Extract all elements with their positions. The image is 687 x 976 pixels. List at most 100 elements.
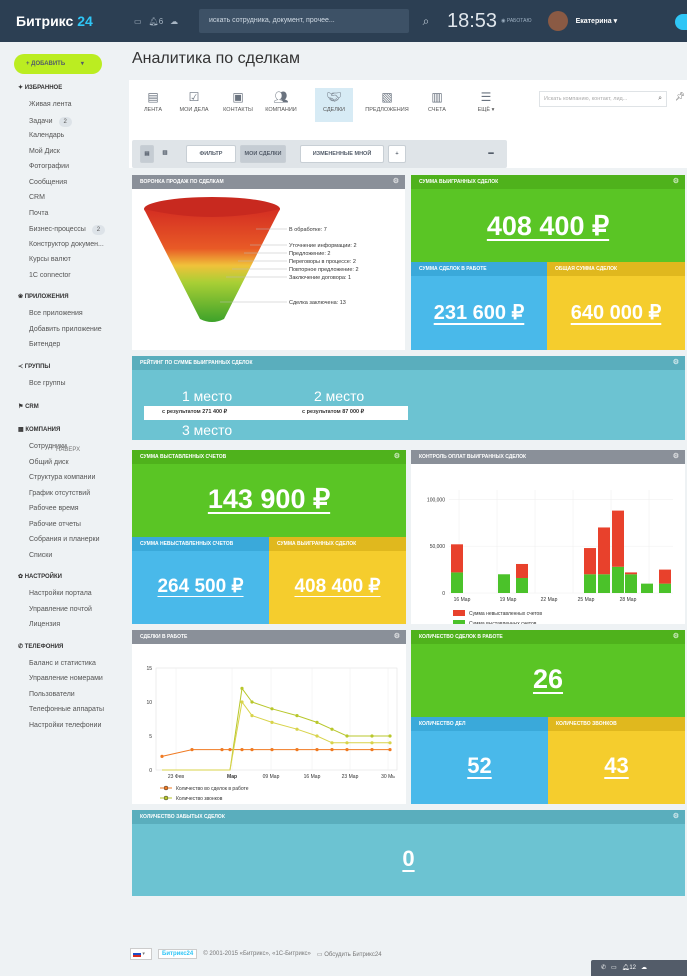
line-point[interactable] xyxy=(345,734,349,738)
sidebar-item[interactable]: 1С connector xyxy=(29,272,71,279)
line-point[interactable] xyxy=(228,748,232,752)
gear-icon[interactable]: ⚙ xyxy=(673,356,679,370)
nav-tab-7[interactable]: ☰ ЕЩЁ ▾ xyxy=(467,88,505,122)
line-point[interactable] xyxy=(250,714,254,718)
sidebar-item[interactable]: Все группы xyxy=(29,380,66,387)
line-point[interactable] xyxy=(250,748,254,752)
apps-header[interactable]: ❀ ПРИЛОЖЕНИЯ xyxy=(18,293,69,300)
nav-tab-2[interactable]: ▣ КОНТАКТЫ xyxy=(219,88,257,122)
nav-tab-0[interactable]: ▤ ЛЕНТА xyxy=(134,88,172,122)
phone-panel[interactable]: ✆ ▭ 🔔︎12 ☁ xyxy=(591,960,687,976)
bar-сумма-выставленных-счетов[interactable] xyxy=(584,574,596,593)
total-sum-value[interactable]: 640 000 ₽ xyxy=(547,300,685,325)
gear-icon[interactable]: ⚙ xyxy=(673,630,679,644)
gear-icon[interactable]: ⚙ xyxy=(394,450,400,464)
sidebar-item[interactable]: Общий диск xyxy=(29,459,69,466)
line-point[interactable] xyxy=(190,748,194,752)
sidebar-item[interactable]: Живая лента xyxy=(29,101,72,108)
calls-value[interactable]: 43 xyxy=(548,753,685,779)
clock[interactable]: 18:53 xyxy=(447,10,497,33)
b24-badge[interactable]: Битрикс24 xyxy=(158,949,198,959)
bar-сумма-невыставленных-счетов[interactable] xyxy=(584,548,596,575)
sidebar-item[interactable]: Фотографии xyxy=(29,163,69,170)
line-point[interactable] xyxy=(330,741,334,745)
gear-icon[interactable]: ⚙ xyxy=(673,175,679,189)
line-point[interactable] xyxy=(240,686,244,690)
line-point[interactable] xyxy=(270,748,274,752)
bar-сумма-невыставленных-счетов[interactable] xyxy=(451,544,463,573)
gear-icon[interactable]: ⚙ xyxy=(673,810,679,824)
view-widgets-button[interactable]: ▤ xyxy=(140,145,154,163)
sidebar-item[interactable]: CRM xyxy=(29,194,45,201)
messages-icon[interactable]: ▭ xyxy=(134,17,142,26)
nav-tab-5[interactable]: ▧ ПРЕДЛОЖЕНИЯ xyxy=(361,88,413,122)
favorites-header[interactable]: ✦ ИЗБРАННОЕ xyxy=(18,84,62,91)
sidebar-item[interactable]: Все приложения xyxy=(29,310,83,317)
changed-by-me-button[interactable]: ИЗМЕНЕННЫЕ МНОЙ xyxy=(300,145,384,163)
in-work-sum-value[interactable]: 231 600 ₽ xyxy=(411,300,547,325)
crm-header[interactable]: ⚑ CRM xyxy=(18,403,39,410)
sidebar-item[interactable]: Добавить приложение xyxy=(29,326,102,333)
bar-сумма-выставленных-счетов[interactable] xyxy=(625,574,637,593)
my-deals-button[interactable]: МОИ СДЕЛКИ xyxy=(240,145,286,163)
invoiced-value[interactable]: 143 900 ₽ xyxy=(132,484,406,515)
sidebar-item[interactable]: Баланс и статистика xyxy=(29,660,96,667)
sidebar-item[interactable]: Лицензия xyxy=(29,621,60,628)
line-point[interactable] xyxy=(295,727,299,731)
sidebar-item[interactable]: Календарь xyxy=(29,132,64,139)
bar-сумма-выставленных-счетов[interactable] xyxy=(641,583,653,593)
line-point[interactable] xyxy=(315,720,319,724)
bar-сумма-выставленных-счетов[interactable] xyxy=(498,574,510,593)
sidebar-item[interactable]: Почта xyxy=(29,210,48,217)
search-icon[interactable]: ⌕ xyxy=(658,92,662,106)
sidebar-item[interactable]: Рабочее время xyxy=(29,505,79,512)
won-sum2-value[interactable]: 408 400 ₽ xyxy=(269,575,406,598)
sidebar-item[interactable]: Сообщения xyxy=(29,179,67,186)
line-point[interactable] xyxy=(295,748,299,752)
sidebar-item[interactable]: Конструктор докумен... xyxy=(29,241,104,248)
gear-icon[interactable]: ⚙ xyxy=(393,175,399,189)
forgotten-value[interactable]: 0 xyxy=(132,846,685,872)
bar-сумма-невыставленных-счетов[interactable] xyxy=(598,527,610,575)
sidebar-item[interactable]: Задачи 2 xyxy=(29,116,72,127)
line-point[interactable] xyxy=(370,748,374,752)
line-point[interactable] xyxy=(240,700,244,704)
line-point[interactable] xyxy=(250,700,254,704)
line-point[interactable] xyxy=(295,714,299,718)
add-button[interactable]: + ДОБАВИТЬ ▾ xyxy=(14,54,102,74)
language-select[interactable]: ▾ xyxy=(130,948,152,960)
count-in-work-value[interactable]: 26 xyxy=(411,664,685,695)
avatar[interactable] xyxy=(547,11,568,31)
bar-сумма-выставленных-счетов[interactable] xyxy=(451,572,463,593)
line-point[interactable] xyxy=(315,748,319,752)
line-количество-звонков[interactable] xyxy=(162,687,390,771)
nav-tab-6[interactable]: ▥ СЧЕТА xyxy=(418,88,456,122)
notifications-icon[interactable]: 🔔︎6 xyxy=(149,17,164,26)
company-header[interactable]: ▦ КОМПАНИЯ xyxy=(18,426,60,433)
nav-tab-1[interactable]: ☑ МОИ ДЕЛА xyxy=(175,88,213,122)
sidebar-item[interactable]: Структура компании xyxy=(29,474,95,481)
bar-сумма-выставленных-счетов[interactable] xyxy=(598,574,610,593)
line-point[interactable] xyxy=(330,748,334,752)
sidebar-item[interactable]: Битендер xyxy=(29,341,60,348)
logo[interactable]: Битрикс 24 xyxy=(0,13,124,29)
groups-header[interactable]: ≺ ГРУППЫ xyxy=(18,363,50,370)
search-input[interactable]: искать сотрудника, документ, прочее... xyxy=(199,9,409,33)
won-sum-value[interactable]: 408 400 ₽ xyxy=(411,211,685,242)
line-point[interactable] xyxy=(370,734,374,738)
bar-сумма-выставленных-счетов[interactable] xyxy=(516,578,528,593)
nav-tab-4[interactable]: 🤝︎ СДЕЛКИ xyxy=(315,88,353,122)
filter-button[interactable]: ФИЛЬТР xyxy=(186,145,236,163)
line-point[interactable] xyxy=(345,748,349,752)
cloud-icon[interactable]: ☁ xyxy=(170,17,178,26)
chat-toggle[interactable] xyxy=(675,14,687,30)
discuss-link[interactable]: ▭ Обсудить Битрикс24 xyxy=(317,951,382,958)
not-invoiced-value[interactable]: 264 500 ₽ xyxy=(132,575,269,598)
line-point[interactable] xyxy=(220,748,224,752)
line-point[interactable] xyxy=(345,741,349,745)
line-point[interactable] xyxy=(160,754,164,758)
sidebar-item[interactable]: Телефонные аппараты xyxy=(29,706,104,713)
line-point[interactable] xyxy=(388,734,392,738)
nav-tab-3[interactable]: 👥︎ КОМПАНИИ xyxy=(262,88,300,122)
line-point[interactable] xyxy=(315,734,319,738)
